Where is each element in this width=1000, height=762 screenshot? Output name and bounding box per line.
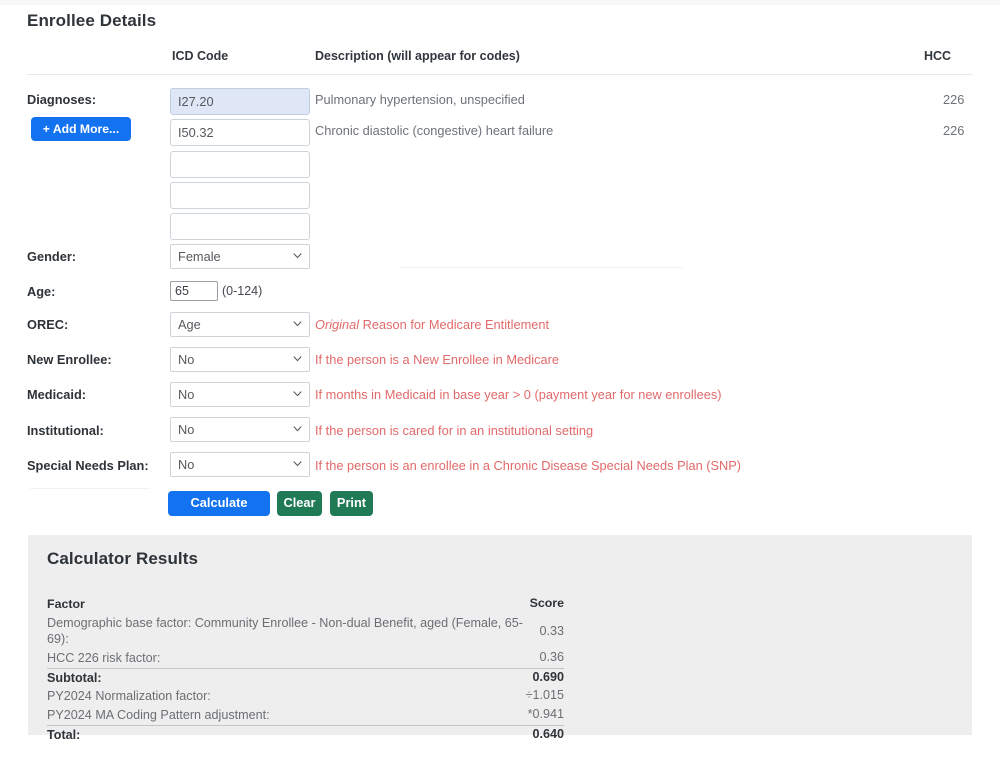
results-factor: PY2024 MA Coding Pattern adjustment: (47, 708, 270, 723)
label-gender: Gender: (27, 249, 77, 264)
institutional-select[interactable]: No (170, 417, 310, 442)
results-score: 0.640 (532, 726, 564, 741)
results-header-factor: Factor (47, 597, 85, 611)
icd-code-input-5[interactable] (170, 213, 310, 240)
table-row: PY2024 Normalization factor: ÷1.015 (47, 687, 564, 706)
results-title: Calculator Results (47, 549, 199, 568)
icd-hcc-1: 226 (943, 92, 965, 107)
orec-hint: Original Reason for Medicare Entitlement (315, 317, 549, 332)
icd-code-input-3[interactable] (170, 151, 310, 178)
results-factor: Total: (47, 727, 81, 742)
results-score: ÷1.015 (525, 688, 564, 703)
results-score: 0.36 (539, 649, 564, 664)
table-header-row: ICD Code Description (will appear for co… (27, 48, 972, 75)
results-header-row: Factor Score (47, 595, 564, 614)
icd-hcc-2: 226 (943, 123, 965, 138)
results-factor: PY2024 Normalization factor: (47, 689, 211, 704)
calculate-button[interactable]: Calculate (168, 491, 270, 516)
table-row: PY2024 MA Coding Pattern adjustment: *0.… (47, 706, 564, 725)
page-title: Enrollee Details (27, 11, 157, 30)
print-button[interactable]: Print (330, 491, 373, 516)
new-enrollee-select[interactable]: No (170, 347, 310, 372)
label-special-needs-plan: Special Needs Plan: (27, 458, 149, 473)
label-new-enrollee: New Enrollee: (27, 352, 112, 367)
new-enrollee-hint: If the person is a New Enrollee in Medic… (315, 352, 559, 367)
snp-select[interactable]: No (170, 452, 310, 477)
label-medicaid: Medicaid: (27, 387, 87, 402)
gender-select[interactable]: Female (170, 244, 310, 269)
institutional-hint: If the person is cared for in an institu… (315, 423, 594, 438)
gender-select-wrap[interactable]: Female (170, 244, 310, 269)
orec-select-wrap[interactable]: Age (170, 312, 310, 337)
results-header-score: Score (529, 596, 564, 610)
label-institutional: Institutional: (27, 423, 104, 438)
snp-hint: If the person is an enrollee in a Chroni… (315, 458, 742, 473)
row-divider (400, 267, 683, 268)
table-row: Demographic base factor: Community Enrol… (47, 614, 564, 649)
orec-hint-italic: Original (315, 317, 360, 332)
results-table: Factor Score Demographic base factor: Co… (47, 595, 564, 745)
medicaid-select-wrap[interactable]: No (170, 382, 310, 407)
column-header-description: Description (will appear for codes) (315, 49, 520, 63)
column-header-hcc: HCC (924, 49, 952, 63)
add-more-button[interactable]: + Add More... (31, 117, 131, 141)
icd-code-input-4[interactable] (170, 182, 310, 209)
column-header-icd-code: ICD Code (172, 49, 229, 63)
orec-hint-rest: Reason for Medicare Entitlement (359, 317, 550, 332)
icd-description-1: Pulmonary hypertension, unspecified (315, 92, 525, 107)
icd-code-input-1[interactable] (170, 88, 310, 115)
results-factor: Demographic base factor: Community Enrol… (47, 615, 523, 647)
enrollee-calculator-page: Enrollee Details ICD Code Description (w… (0, 0, 1000, 762)
top-band (0, 0, 1000, 5)
results-score: 0.690 (532, 669, 564, 684)
label-age: Age: (27, 284, 56, 299)
snp-select-wrap[interactable]: No (170, 452, 310, 477)
age-range-note: (0-124) (222, 284, 263, 298)
table-row-subtotal: Subtotal: 0.690 (47, 667, 564, 688)
institutional-select-wrap[interactable]: No (170, 417, 310, 442)
row-divider (30, 488, 150, 489)
calculator-results-panel: Calculator Results Factor Score Demograp… (28, 535, 972, 742)
table-row-total: Total: 0.640 (47, 724, 564, 745)
table-row: HCC 226 risk factor: 0.36 (47, 649, 564, 668)
age-input[interactable] (170, 281, 218, 301)
results-factor: HCC 226 risk factor: (47, 650, 161, 665)
new-enrollee-select-wrap[interactable]: No (170, 347, 310, 372)
diagnoses-table: ICD Code Description (will appear for co… (27, 48, 972, 75)
label-orec: OREC: (27, 317, 69, 332)
medicaid-hint: If months in Medicaid in base year > 0 (… (315, 387, 722, 402)
results-score: *0.941 (527, 707, 564, 722)
icd-code-input-2[interactable] (170, 119, 310, 146)
clear-button[interactable]: Clear (277, 491, 322, 516)
results-score: 0.33 (539, 624, 564, 639)
medicaid-select[interactable]: No (170, 382, 310, 407)
results-factor: Subtotal: (47, 670, 102, 685)
label-diagnoses: Diagnoses: (27, 92, 96, 107)
icd-description-2: Chronic diastolic (congestive) heart fai… (315, 123, 554, 138)
orec-select[interactable]: Age (170, 312, 310, 337)
